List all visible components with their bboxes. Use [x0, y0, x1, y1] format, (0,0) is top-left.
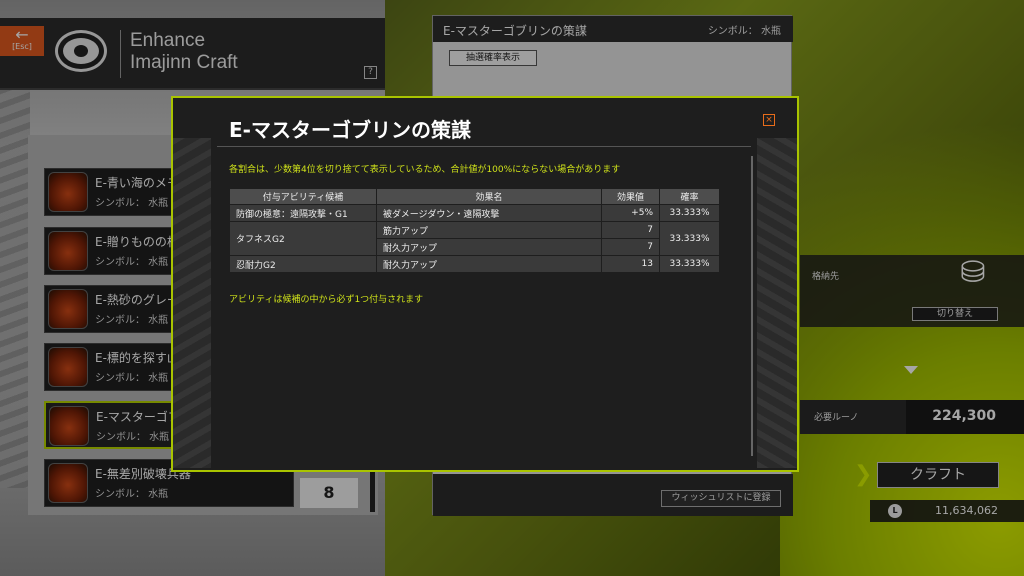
effect-cell: 耐久力アップ [377, 256, 601, 272]
column-header: 効果値 [602, 189, 659, 204]
dialog-note: 各割合は、少数第4位を切り捨てて表示しているため、合計値が100%にならない場合… [229, 165, 621, 175]
table-row: 忍耐力G2 耐久力アップ 13 33.333% [230, 256, 719, 272]
dialog-footer-note: アビリティは候補の中から必ず1つ付与されます [229, 295, 424, 305]
column-header: 付与アビリティ候補 [230, 189, 376, 204]
dialog-ornament-right [757, 138, 797, 468]
ability-cell: 忍耐力G2 [230, 256, 376, 272]
probability-dialog: E-マスターゴブリンの策謀 × 各割合は、少数第4位を切り捨てて表示しているため… [171, 96, 799, 472]
value-cell: +5% [602, 205, 659, 221]
ability-cell: 防御の極意：遠隔攻撃・G1 [230, 205, 376, 221]
ability-table: 付与アビリティ候補 効果名 効果値 確率 防御の極意：遠隔攻撃・G1 被ダメージ… [229, 188, 720, 273]
table-row: 防御の極意：遠隔攻撃・G1 被ダメージダウン・遠隔攻撃 +5% 33.333% [230, 205, 719, 221]
rate-cell: 33.333% [660, 205, 719, 221]
table-row: タフネスG2 筋力アップ 7 33.333% [230, 222, 719, 255]
value-cell: 7 [602, 239, 659, 255]
value-cell: 7 [602, 222, 659, 238]
close-icon[interactable]: × [763, 114, 775, 126]
dialog-title: E-マスターゴブリンの策謀 [229, 118, 471, 142]
effect-cell: 耐久力アップ [377, 239, 601, 255]
effect-cell: 被ダメージダウン・遠隔攻撃 [377, 205, 601, 221]
dialog-ornament-left [173, 138, 211, 468]
ability-cell: タフネスG2 [230, 222, 376, 255]
dialog-scrollbar[interactable] [751, 156, 753, 456]
rate-cell: 33.333% [660, 222, 719, 255]
column-header: 確率 [660, 189, 719, 204]
rate-cell: 33.333% [660, 256, 719, 272]
effect-cell: 筋力アップ [377, 222, 601, 238]
dialog-divider [217, 146, 751, 147]
column-header: 効果名 [377, 189, 601, 204]
value-cell: 13 [602, 256, 659, 272]
